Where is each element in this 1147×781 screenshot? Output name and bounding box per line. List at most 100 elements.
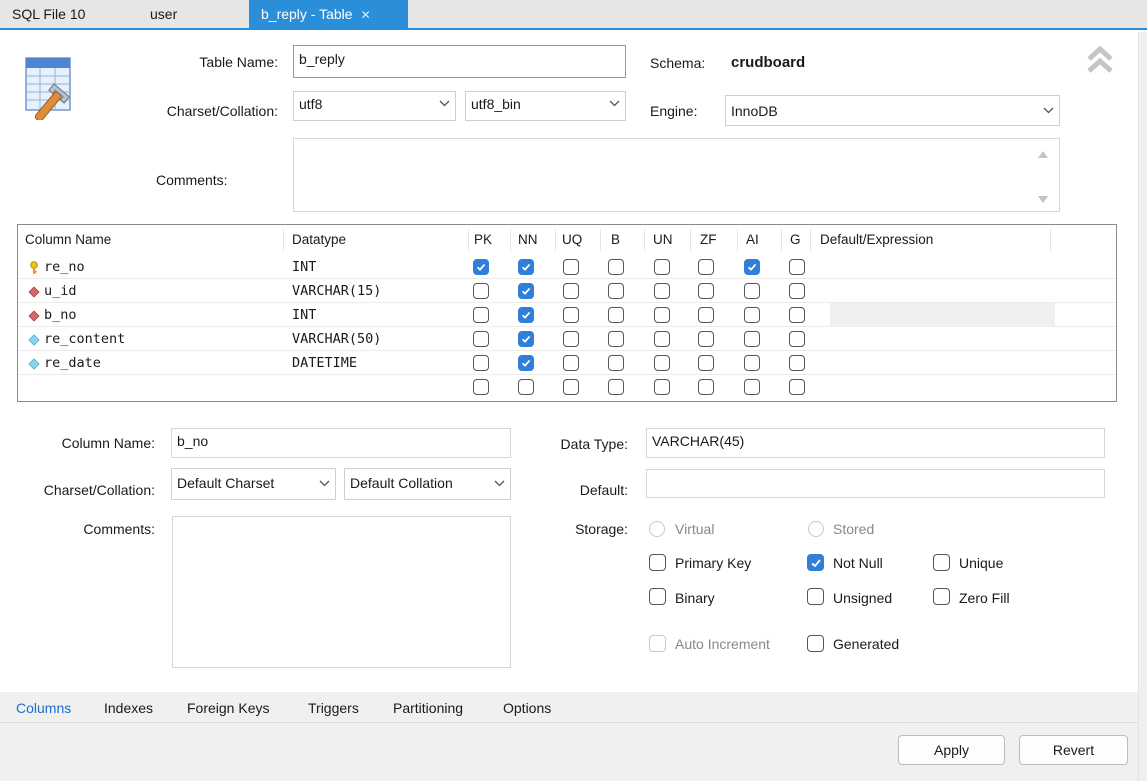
close-tab-icon[interactable]: ✕ bbox=[361, 8, 371, 22]
column-name-cell[interactable]: re_date bbox=[44, 351, 101, 375]
virtual-radio[interactable] bbox=[649, 521, 665, 537]
column-name-cell[interactable]: re_content bbox=[44, 327, 125, 351]
un-checkbox[interactable] bbox=[654, 331, 670, 347]
collation-select[interactable]: utf8_bin bbox=[465, 91, 626, 121]
pk-checkbox[interactable] bbox=[473, 331, 489, 347]
column-name-cell[interactable]: u_id bbox=[44, 279, 77, 303]
pk-checkbox[interactable] bbox=[473, 283, 489, 299]
datatype-cell[interactable]: DATETIME bbox=[292, 351, 357, 375]
header-pk[interactable]: PK bbox=[474, 225, 492, 251]
table-name-input[interactable]: b_reply bbox=[293, 45, 626, 78]
ai-checkbox[interactable] bbox=[744, 259, 760, 275]
binary-checkbox[interactable] bbox=[649, 588, 666, 605]
tab-columns[interactable]: Columns bbox=[16, 692, 71, 722]
zero-fill-checkbox[interactable] bbox=[933, 588, 950, 605]
table-row[interactable] bbox=[18, 375, 1116, 399]
header-g[interactable]: G bbox=[790, 225, 801, 251]
column-name-cell[interactable]: re_no bbox=[44, 255, 85, 279]
column-collation-select[interactable]: Default Collation bbox=[344, 468, 511, 500]
nn-checkbox[interactable] bbox=[518, 307, 534, 323]
b-checkbox[interactable] bbox=[608, 283, 624, 299]
header-ai[interactable]: AI bbox=[746, 225, 759, 251]
ai-checkbox[interactable] bbox=[744, 283, 760, 299]
column-comments-textarea[interactable] bbox=[172, 516, 511, 668]
tab-triggers[interactable]: Triggers bbox=[308, 692, 359, 722]
nn-checkbox[interactable] bbox=[518, 379, 534, 395]
table-row[interactable]: re_content VARCHAR(50) bbox=[18, 327, 1116, 351]
column-name-cell[interactable]: b_no bbox=[44, 303, 77, 327]
charset-select[interactable]: utf8 bbox=[293, 91, 456, 121]
nn-checkbox[interactable] bbox=[518, 259, 534, 275]
b-checkbox[interactable] bbox=[608, 355, 624, 371]
pk-checkbox[interactable] bbox=[473, 379, 489, 395]
scroll-down-icon[interactable] bbox=[1037, 192, 1049, 203]
tab-foreign-keys[interactable]: Foreign Keys bbox=[187, 692, 269, 722]
g-checkbox[interactable] bbox=[789, 283, 805, 299]
pk-checkbox[interactable] bbox=[473, 355, 489, 371]
unsigned-checkbox[interactable] bbox=[807, 588, 824, 605]
un-checkbox[interactable] bbox=[654, 307, 670, 323]
nn-checkbox[interactable] bbox=[518, 355, 534, 371]
uq-checkbox[interactable] bbox=[563, 355, 579, 371]
header-default-expression[interactable]: Default/Expression bbox=[820, 225, 933, 251]
b-checkbox[interactable] bbox=[608, 331, 624, 347]
tab-options[interactable]: Options bbox=[503, 692, 551, 722]
header-nn[interactable]: NN bbox=[518, 225, 538, 251]
header-un[interactable]: UN bbox=[653, 225, 673, 251]
uq-checkbox[interactable] bbox=[563, 379, 579, 395]
tab-b-reply-table[interactable]: b_reply - Table ✕ bbox=[249, 0, 408, 28]
column-name-input[interactable]: b_no bbox=[171, 428, 511, 458]
engine-select[interactable]: InnoDB bbox=[725, 95, 1060, 126]
pk-checkbox[interactable] bbox=[473, 259, 489, 275]
g-checkbox[interactable] bbox=[789, 307, 805, 323]
generated-checkbox[interactable] bbox=[807, 635, 824, 652]
apply-button[interactable]: Apply bbox=[898, 735, 1005, 765]
stored-radio[interactable] bbox=[808, 521, 824, 537]
scroll-up-icon[interactable] bbox=[1037, 146, 1049, 158]
nn-checkbox[interactable] bbox=[518, 283, 534, 299]
datatype-cell[interactable]: VARCHAR(50) bbox=[292, 327, 381, 351]
g-checkbox[interactable] bbox=[789, 379, 805, 395]
datatype-cell[interactable]: INT bbox=[292, 303, 316, 327]
header-zf[interactable]: ZF bbox=[700, 225, 717, 251]
default-input[interactable] bbox=[646, 469, 1105, 498]
data-type-input[interactable]: VARCHAR(45) bbox=[646, 428, 1105, 458]
uq-checkbox[interactable] bbox=[563, 307, 579, 323]
collapse-chevron-icon[interactable] bbox=[1086, 45, 1114, 74]
scrollbar[interactable] bbox=[1138, 32, 1147, 781]
ai-checkbox[interactable] bbox=[744, 307, 760, 323]
ai-checkbox[interactable] bbox=[744, 379, 760, 395]
zf-checkbox[interactable] bbox=[698, 307, 714, 323]
table-row[interactable]: re_no INT bbox=[18, 255, 1116, 279]
g-checkbox[interactable] bbox=[789, 355, 805, 371]
uq-checkbox[interactable] bbox=[563, 259, 579, 275]
table-row[interactable]: u_id VARCHAR(15) bbox=[18, 279, 1116, 303]
zf-checkbox[interactable] bbox=[698, 379, 714, 395]
b-checkbox[interactable] bbox=[608, 379, 624, 395]
zf-checkbox[interactable] bbox=[698, 331, 714, 347]
g-checkbox[interactable] bbox=[789, 259, 805, 275]
table-row[interactable]: b_no INT bbox=[18, 303, 1116, 327]
header-b[interactable]: B bbox=[611, 225, 620, 251]
un-checkbox[interactable] bbox=[654, 379, 670, 395]
revert-button[interactable]: Revert bbox=[1019, 735, 1128, 765]
un-checkbox[interactable] bbox=[654, 283, 670, 299]
unique-checkbox[interactable] bbox=[933, 554, 950, 571]
b-checkbox[interactable] bbox=[608, 307, 624, 323]
zf-checkbox[interactable] bbox=[698, 355, 714, 371]
table-comments-textarea[interactable] bbox=[293, 138, 1060, 212]
zf-checkbox[interactable] bbox=[698, 259, 714, 275]
auto-increment-checkbox[interactable] bbox=[649, 635, 666, 652]
zf-checkbox[interactable] bbox=[698, 283, 714, 299]
tab-indexes[interactable]: Indexes bbox=[104, 692, 153, 722]
uq-checkbox[interactable] bbox=[563, 331, 579, 347]
table-row[interactable]: re_date DATETIME bbox=[18, 351, 1116, 375]
tab-partitioning[interactable]: Partitioning bbox=[393, 692, 463, 722]
nn-checkbox[interactable] bbox=[518, 331, 534, 347]
header-column-name[interactable]: Column Name bbox=[25, 225, 111, 251]
pk-checkbox[interactable] bbox=[473, 307, 489, 323]
ai-checkbox[interactable] bbox=[744, 355, 760, 371]
ai-checkbox[interactable] bbox=[744, 331, 760, 347]
header-uq[interactable]: UQ bbox=[562, 225, 582, 251]
default-expression-cell[interactable] bbox=[830, 303, 1055, 327]
